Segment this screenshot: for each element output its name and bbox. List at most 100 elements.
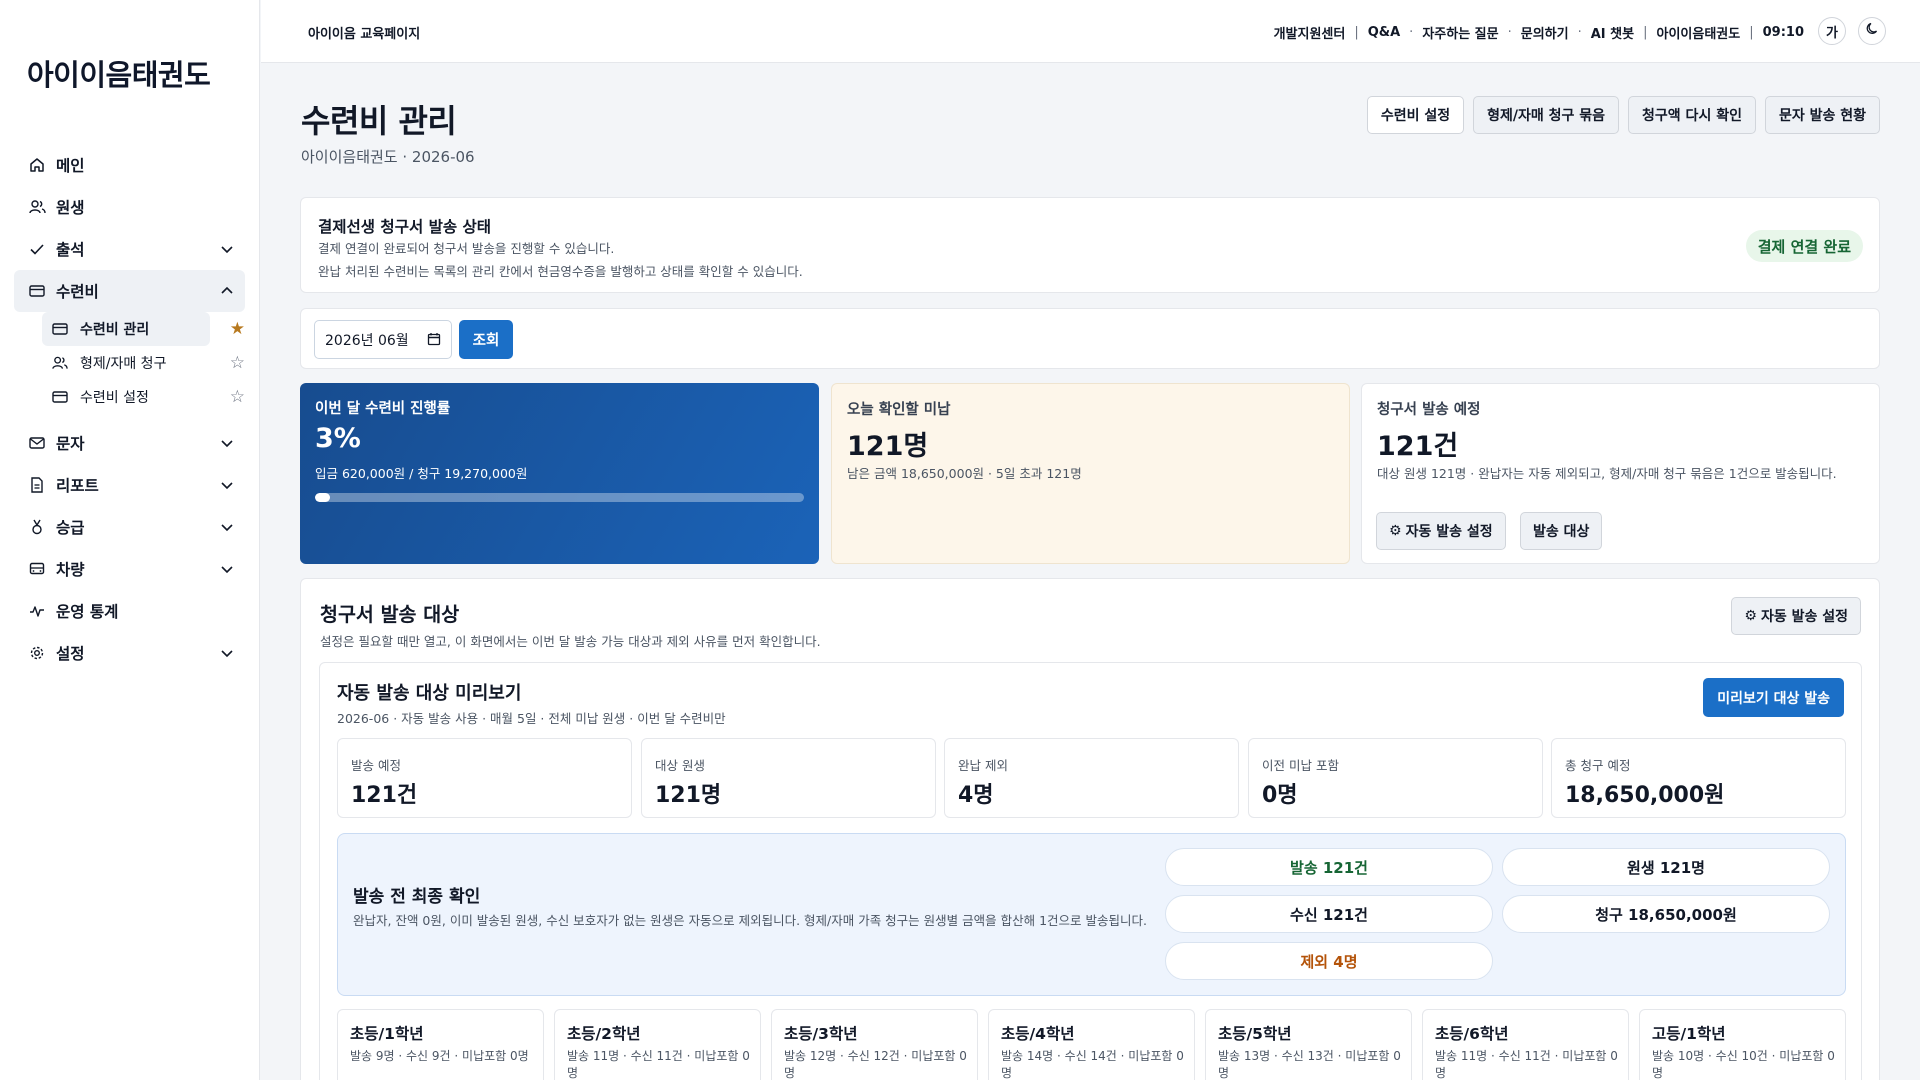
- final-check-panel: 발송 전 최종 확인 완납자, 잔액 0원, 이미 발송된 원생, 수신 보호자…: [337, 833, 1846, 996]
- section-subtitle: 설정은 필요할 때만 열고, 이 화면에서는 이번 달 발송 가능 대상과 제외…: [320, 634, 821, 649]
- sidebar-subitem-tuition-settings[interactable]: 수련비 설정 ☆: [42, 380, 245, 414]
- sidebar-subitem-label: 수련비 설정: [80, 390, 149, 406]
- star-filled-icon[interactable]: ★: [230, 319, 245, 339]
- sidebar-item-label: 문자: [56, 435, 85, 453]
- dev-center-link[interactable]: 개발지원센터: [1274, 23, 1346, 42]
- grade-card[interactable]: 초등/3학년 발송 12명 · 수신 12건 · 미납포함 0명: [771, 1009, 978, 1080]
- sidebar-item-settings[interactable]: 설정: [14, 632, 245, 674]
- grade-summary: 발송 12명 · 수신 12건 · 미납포함 0명: [784, 1049, 967, 1080]
- progress-bar: [315, 493, 804, 502]
- kpi-value: 121건: [1377, 431, 1459, 462]
- stat-label: 이전 미납 포함: [1262, 758, 1339, 773]
- stat-label: 총 청구 예정: [1565, 758, 1631, 773]
- contact-link[interactable]: 문의하기: [1521, 23, 1569, 42]
- kpi-value: 121명: [847, 431, 929, 462]
- auto-send-preview: 자동 발송 대상 미리보기 2026-06 · 자동 발송 사용 · 매월 5일…: [319, 662, 1862, 1080]
- auto-send-settings-button[interactable]: ⚙ 자동 발송 설정: [1376, 512, 1506, 550]
- users-icon: [52, 355, 68, 371]
- font-size-button[interactable]: 가: [1818, 17, 1846, 45]
- send-targets-card: 청구서 발송 대상 설정은 필요할 때만 열고, 이 화면에서는 이번 달 발송…: [300, 578, 1880, 1080]
- sidebar-item-promotion[interactable]: 승급: [14, 506, 245, 548]
- kpi-value: 3%: [315, 423, 361, 454]
- chevron-down-icon: [219, 645, 235, 661]
- app-logo[interactable]: 아이이음태권도: [27, 52, 211, 94]
- stat-card: 이전 미납 포함 0명: [1248, 738, 1543, 818]
- unpaid-kpi-card: 오늘 확인할 미납 121명 남은 금액 18,650,000원 · 5일 초과…: [831, 383, 1350, 564]
- final-check-title: 발송 전 최종 확인: [353, 887, 481, 907]
- grade-summary: 발송 11명 · 수신 11건 · 미납포함 0명: [567, 1049, 750, 1080]
- sidebar-item-attendance[interactable]: 출석: [14, 228, 245, 270]
- star-outline-icon[interactable]: ☆: [230, 353, 245, 373]
- stat-label: 대상 원생: [655, 758, 705, 773]
- grade-card[interactable]: 초등/2학년 발송 11명 · 수신 11건 · 미납포함 0명: [554, 1009, 761, 1080]
- stat-value: 0명: [1262, 783, 1298, 808]
- grade-card[interactable]: 고등/1학년 발송 10명 · 수신 10건 · 미납포함 0명: [1639, 1009, 1846, 1080]
- sibling-billing-button[interactable]: 형제/자매 청구 묶음: [1473, 96, 1620, 134]
- dark-mode-toggle[interactable]: [1858, 17, 1886, 45]
- grade-title: 초등/3학년: [784, 1025, 858, 1043]
- card-icon: [52, 321, 68, 337]
- gear-icon: [28, 644, 46, 662]
- chevron-down-icon: [219, 561, 235, 577]
- grade-card[interactable]: 초등/4학년 발송 14명 · 수신 14건 · 미납포함 0명: [988, 1009, 1195, 1080]
- tuition-settings-button[interactable]: 수련비 설정: [1366, 96, 1465, 134]
- sidebar-item-label: 운영 통계: [56, 603, 119, 621]
- sidebar-item-vehicle[interactable]: 차량: [14, 548, 245, 590]
- send-targets-button[interactable]: 발송 대상: [1520, 512, 1603, 550]
- sidebar-item-messages[interactable]: 문자: [14, 422, 245, 464]
- payment-status-line: 결제 연결이 완료되어 청구서 발송을 진행할 수 있습니다.: [318, 241, 615, 256]
- sidebar-submenu-tuition: 수련비 관리 ★ 형제/자매 청구 ☆ 수련비 설정 ☆: [14, 312, 245, 414]
- grade-title: 초등/4학년: [1001, 1025, 1075, 1043]
- sidebar-subitem-label: 형제/자매 청구: [80, 356, 167, 372]
- grade-card[interactable]: 초등/1학년 발송 9명 · 수신 9건 · 미납포함 0명: [337, 1009, 544, 1080]
- month-picker[interactable]: 2026년 06월: [314, 320, 452, 359]
- sidebar-subitem-tuition-manage[interactable]: 수련비 관리 ★: [42, 312, 245, 346]
- topbar-brand-link[interactable]: 아이이음 교육페이지: [308, 23, 420, 42]
- gear-icon: ⚙: [1389, 523, 1402, 539]
- month-value: 2026년 06월: [325, 332, 409, 349]
- recipient-count-pill: 수신 121건: [1165, 895, 1493, 933]
- preview-title: 자동 발송 대상 미리보기: [337, 683, 522, 704]
- search-button[interactable]: 조회: [459, 320, 513, 359]
- bus-icon: [28, 560, 46, 578]
- moon-icon: [1865, 22, 1879, 40]
- preview-send-button[interactable]: 미리보기 대상 발송: [1703, 678, 1844, 717]
- stat-value: 121명: [655, 783, 722, 808]
- kpi-subtext: 남은 금액 18,650,000원 · 5일 초과 121명: [847, 466, 1082, 481]
- page-subtitle: 아이이음태권도 · 2026-06: [301, 148, 475, 166]
- send-count-pill: 발송 121건: [1165, 848, 1493, 886]
- sidebar-item-tuition[interactable]: 수련비: [14, 270, 245, 312]
- recheck-amount-button[interactable]: 청구액 다시 확인: [1628, 96, 1756, 134]
- academy-name[interactable]: 아이이음태권도: [1656, 23, 1740, 42]
- kpi-label: 청구서 발송 예정: [1377, 402, 1481, 418]
- sidebar-subitem-sibling-billing[interactable]: 형제/자매 청구 ☆: [42, 346, 245, 380]
- sidebar-item-students[interactable]: 원생: [14, 186, 245, 228]
- kpi-label: 이번 달 수련비 진행률: [315, 401, 451, 417]
- payment-status-line: 완납 처리된 수련비는 목록의 관리 칸에서 현금영수증을 발행하고 상태를 확…: [318, 264, 803, 279]
- stat-label: 발송 예정: [351, 758, 401, 773]
- message-status-button[interactable]: 문자 발송 현황: [1764, 96, 1880, 134]
- star-outline-icon[interactable]: ☆: [230, 387, 245, 407]
- qna-link[interactable]: Q&A: [1368, 25, 1400, 40]
- grade-title: 고등/1학년: [1652, 1025, 1726, 1043]
- auto-send-settings-button[interactable]: ⚙ 자동 발송 설정: [1731, 597, 1861, 635]
- grade-summary: 발송 11명 · 수신 11건 · 미납포함 0명: [1435, 1049, 1618, 1080]
- grade-card[interactable]: 초등/6학년 발송 11명 · 수신 11건 · 미납포함 0명: [1422, 1009, 1629, 1080]
- billing-amount-pill: 청구 18,650,000원: [1502, 895, 1830, 933]
- session-timer: 09:10: [1762, 25, 1804, 40]
- sidebar-item-statistics[interactable]: 운영 통계: [14, 590, 245, 632]
- sidebar-item-label: 메인: [56, 157, 85, 175]
- sidebar-item-main[interactable]: 메인: [14, 144, 245, 186]
- stat-value: 121건: [351, 783, 418, 808]
- stat-value: 4명: [958, 783, 994, 808]
- grade-card[interactable]: 초등/5학년 발송 13명 · 수신 13건 · 미납포함 0명: [1205, 1009, 1412, 1080]
- sidebar-item-label: 원생: [56, 199, 85, 217]
- ai-chatbot-link[interactable]: AI 챗봇: [1591, 23, 1634, 42]
- document-icon: [28, 476, 46, 494]
- grade-summary: 발송 14명 · 수신 14건 · 미납포함 0명: [1001, 1049, 1184, 1080]
- progress-kpi-card: 이번 달 수련비 진행률 3% 입금 620,000원 / 청구 19,270,…: [300, 383, 819, 564]
- chevron-down-icon: [219, 477, 235, 493]
- sidebar-item-reports[interactable]: 리포트: [14, 464, 245, 506]
- sidebar-item-label: 승급: [56, 519, 85, 537]
- faq-link[interactable]: 자주하는 질문: [1422, 23, 1498, 42]
